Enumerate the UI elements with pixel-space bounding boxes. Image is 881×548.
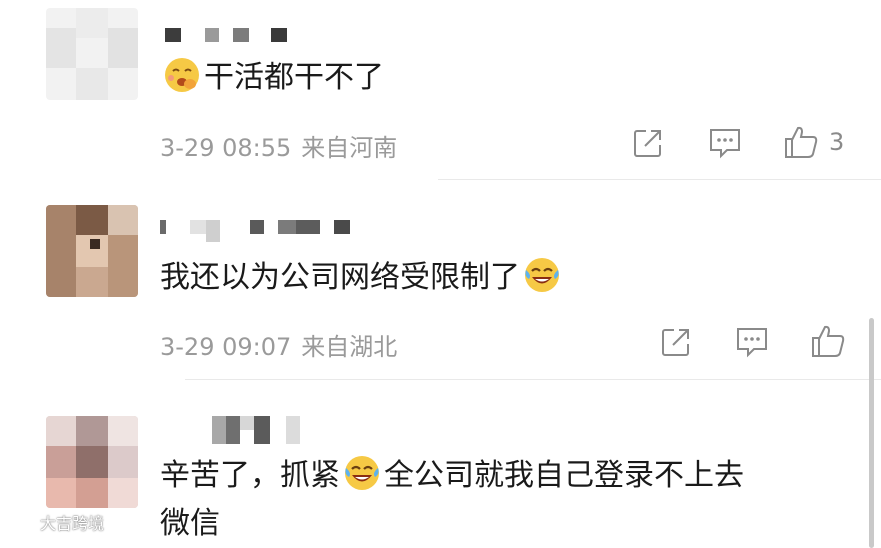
like-button[interactable] <box>810 324 846 358</box>
comment-text-line2: 微信 <box>160 506 220 541</box>
comment-item-2: 我还以为公司网络受限制了 3-29 09:07 来自湖北 <box>0 180 881 380</box>
like-button[interactable]: 3 <box>783 125 844 159</box>
comment-location: 来自河南 <box>301 134 398 162</box>
watermark: 大吉跨境 <box>8 510 104 534</box>
share-icon <box>662 329 689 356</box>
scrollbar[interactable] <box>869 318 874 548</box>
comment-icon <box>737 328 767 358</box>
comment-time: 3-29 09:07 <box>160 333 292 361</box>
comment-icon <box>710 129 740 159</box>
weibo-logo-icon <box>9 513 34 531</box>
username-blurred[interactable] <box>165 28 287 42</box>
username-blurred[interactable] <box>212 416 300 444</box>
worried-emoji <box>163 56 201 94</box>
laugh-cry-emoji <box>523 256 561 294</box>
reply-button[interactable] <box>708 127 742 159</box>
comment-meta: 3-29 08:55 来自河南 <box>160 128 397 163</box>
avatar[interactable] <box>46 8 138 100</box>
like-count: 3 <box>829 128 845 156</box>
comment-text: 我还以为公司网络受限制了 <box>160 256 564 298</box>
avatar[interactable] <box>46 205 138 297</box>
reply-button[interactable] <box>735 326 769 358</box>
share-button[interactable] <box>632 127 664 159</box>
avatar[interactable] <box>46 416 138 508</box>
watermark-text: 大吉跨境 <box>40 514 105 533</box>
thumbs-up-icon <box>812 325 845 357</box>
thumbs-up-icon <box>785 126 818 158</box>
share-icon <box>634 130 661 157</box>
comment-time: 3-29 08:55 <box>160 134 292 162</box>
comment-location: 来自湖北 <box>301 333 398 361</box>
comment-text: 辛苦了，抓紧 全公司就我自己登录不上去 <box>160 454 744 496</box>
comment-text: 干活都干不了 <box>160 56 384 98</box>
laugh-cry-emoji <box>343 454 381 492</box>
username-blurred[interactable] <box>160 220 350 242</box>
comment-item-3: 辛苦了，抓紧 全公司就我自己登录不上去 微信 <box>0 380 881 541</box>
share-button[interactable] <box>660 326 692 358</box>
comment-item-1: 干活都干不了 3-29 08:55 来自河南 3 <box>0 0 881 180</box>
comment-meta: 3-29 09:07 来自湖北 <box>160 327 397 362</box>
